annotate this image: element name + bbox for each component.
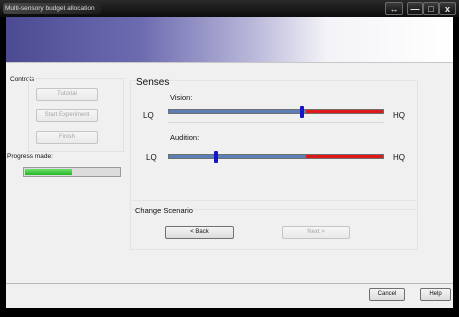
- tutorial-button[interactable]: Tutorial: [36, 88, 98, 101]
- vision-slider[interactable]: [168, 109, 384, 114]
- client-area: Controls Tutorial Start Experiment Finis…: [6, 17, 453, 308]
- audition-lq-label: LQ: [146, 153, 157, 162]
- audition-slider[interactable]: [168, 154, 384, 159]
- close-icon[interactable]: x: [439, 2, 456, 15]
- resize-icon[interactable]: ↔: [385, 2, 403, 15]
- progress-fill: [25, 169, 72, 175]
- finish-button[interactable]: Finish: [36, 131, 98, 144]
- audition-slider-thumb[interactable]: [214, 151, 218, 163]
- window-title: Multi-sensory budget allocation: [3, 3, 101, 14]
- maximize-icon[interactable]: □: [423, 2, 439, 15]
- scenario-heading: Change Scenario: [135, 206, 193, 215]
- audition-label: Audition:: [170, 133, 200, 142]
- audition-hq-label: HQ: [393, 153, 405, 162]
- vision-lq-label: LQ: [143, 111, 154, 120]
- title-bar[interactable]: Multi-sensory budget allocation ↔ — □ x: [0, 0, 459, 17]
- footer-separator: [6, 283, 453, 284]
- vision-slider-thumb[interactable]: [300, 106, 304, 118]
- next-button[interactable]: Next >: [282, 226, 350, 239]
- back-button[interactable]: < Back: [165, 226, 234, 239]
- cancel-button[interactable]: Cancel: [369, 288, 405, 301]
- vision-label: Vision:: [170, 93, 193, 102]
- app-window: Multi-sensory budget allocation ↔ — □ x …: [0, 0, 459, 317]
- senses-heading: Senses: [136, 77, 170, 88]
- help-button[interactable]: Help: [420, 288, 451, 301]
- vision-hq-label: HQ: [393, 111, 405, 120]
- progress-label: Progress made:: [7, 153, 53, 160]
- start-experiment-button[interactable]: Start Experiment: [36, 109, 98, 122]
- progress-bar: [23, 167, 121, 177]
- vision-divider: [168, 122, 384, 123]
- minimize-icon[interactable]: —: [407, 2, 423, 15]
- header-banner: [6, 17, 453, 63]
